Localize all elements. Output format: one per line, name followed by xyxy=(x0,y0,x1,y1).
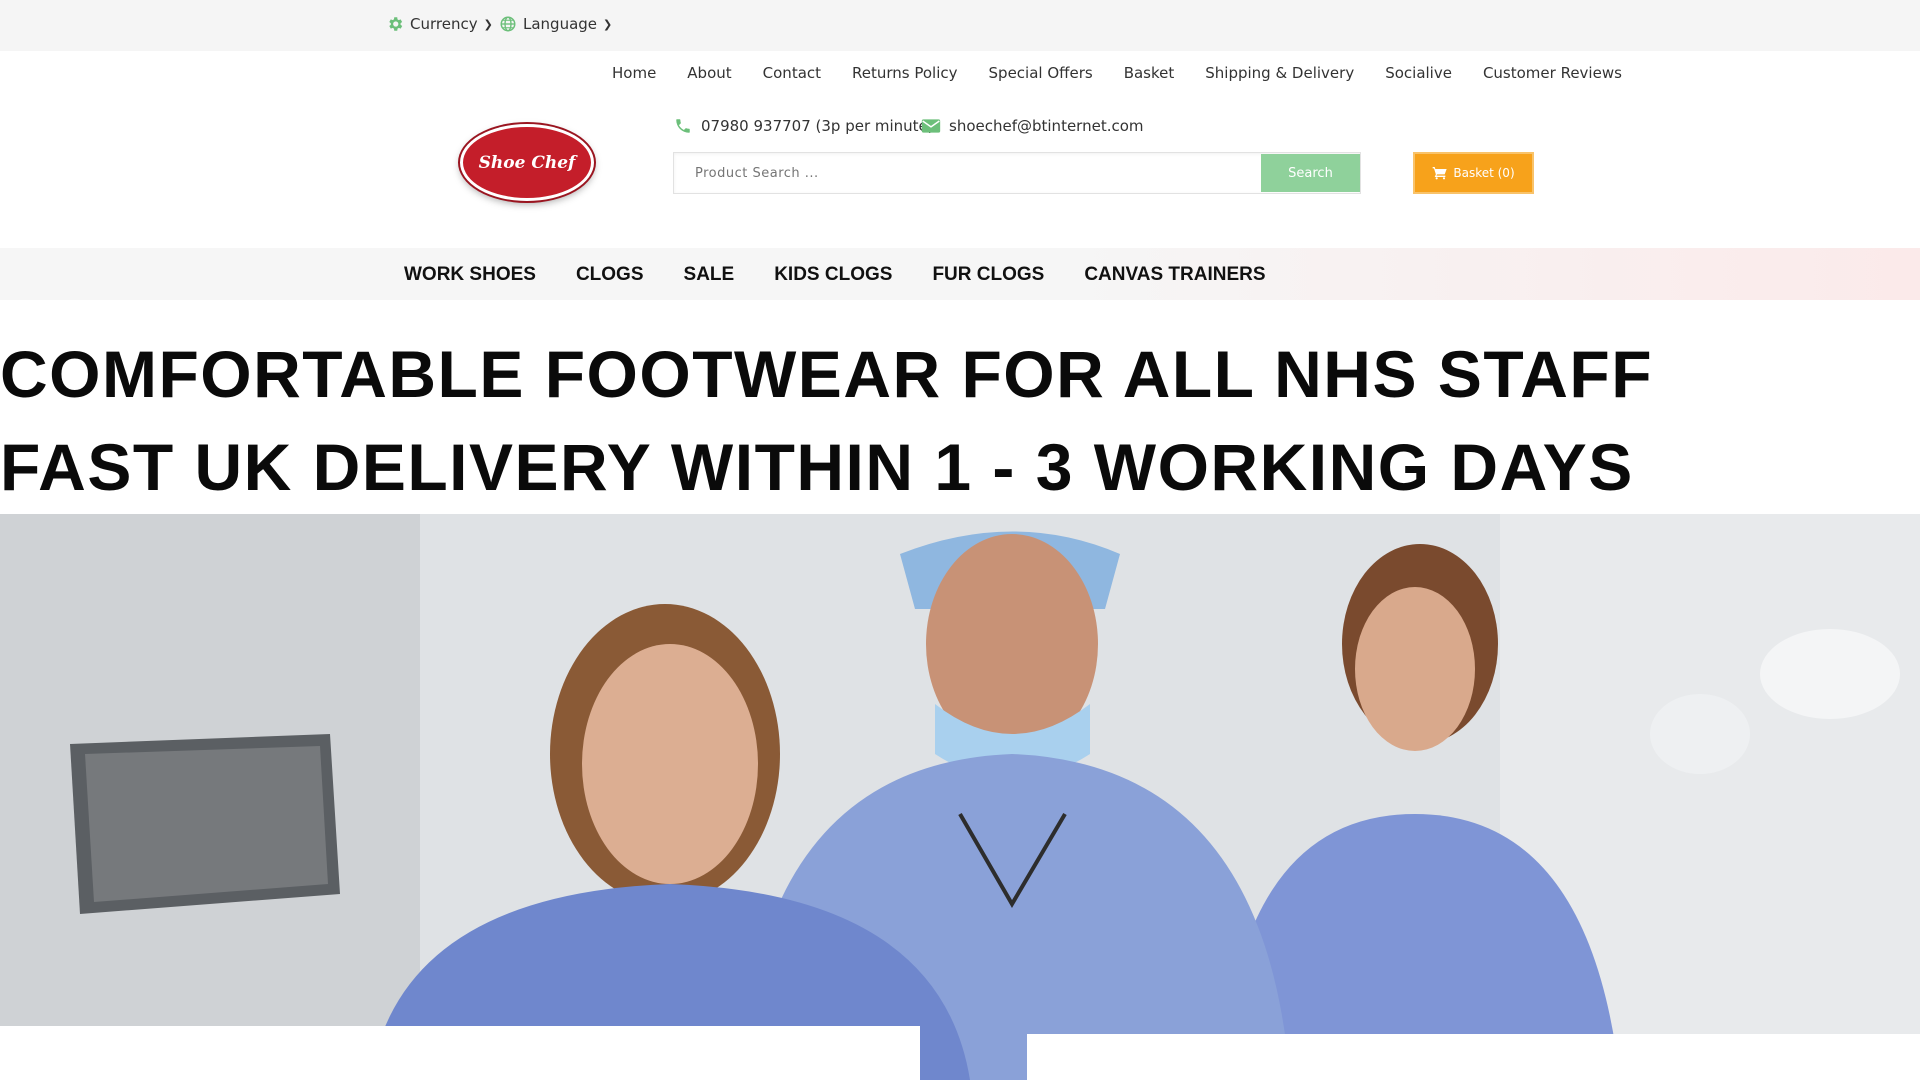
nav-customer-reviews[interactable]: Customer Reviews xyxy=(1483,64,1622,82)
promo-banner: COMFORTABLE FOOTWEAR FOR ALL NHS STAFF F… xyxy=(0,300,1920,514)
nav-shipping-delivery[interactable]: Shipping & Delivery xyxy=(1205,64,1354,82)
nav-basket[interactable]: Basket xyxy=(1124,64,1175,82)
contact-phone[interactable]: 07980 937707 (3p per minute) xyxy=(673,117,934,135)
site-logo[interactable]: Shoe Chef xyxy=(460,124,594,201)
envelope-icon xyxy=(921,119,941,133)
product-search-input[interactable] xyxy=(674,153,1259,193)
nav-home[interactable]: Home xyxy=(612,64,656,82)
language-selector[interactable]: Language ❯ xyxy=(499,15,612,33)
product-search-form: Search xyxy=(673,152,1361,194)
top-utility-bar: Currency ❯ Language ❯ xyxy=(0,0,1920,51)
category-canvas-trainers[interactable]: CANVAS TRAINERS xyxy=(1084,264,1265,286)
email-address: shoechef@btinternet.com xyxy=(949,117,1144,135)
phone-icon xyxy=(676,119,690,133)
cart-icon xyxy=(1433,167,1448,180)
nav-socialive[interactable]: Socialive xyxy=(1385,64,1452,82)
basket-button[interactable]: Basket (0) xyxy=(1413,152,1534,194)
basket-label: Basket (0) xyxy=(1453,166,1515,180)
content-panel-left xyxy=(0,1026,920,1080)
category-sale[interactable]: SALE xyxy=(684,264,735,286)
globe-icon xyxy=(500,16,516,32)
nav-about[interactable]: About xyxy=(687,64,731,82)
phone-number: 07980 937707 (3p per minute) xyxy=(701,117,934,135)
contact-email[interactable]: shoechef@btinternet.com xyxy=(921,117,1144,135)
upper-nav: Home About Contact Returns Policy Specia… xyxy=(612,64,1622,82)
gear-icon xyxy=(389,17,403,31)
content-panel-right xyxy=(1027,1034,1920,1080)
hero-image xyxy=(0,514,1920,1080)
banner-headline-1: COMFORTABLE FOOTWEAR FOR ALL NHS STAFF xyxy=(0,337,1654,411)
currency-label: Currency xyxy=(410,15,478,33)
category-kids-clogs[interactable]: KIDS CLOGS xyxy=(774,264,892,286)
currency-selector[interactable]: Currency ❯ xyxy=(386,15,493,33)
category-work-shoes[interactable]: WORK SHOES xyxy=(404,264,536,286)
nav-returns-policy[interactable]: Returns Policy xyxy=(852,64,958,82)
category-clogs[interactable]: CLOGS xyxy=(576,264,644,286)
category-nav: WORK SHOES CLOGS SALE KIDS CLOGS FUR CLO… xyxy=(0,248,1920,300)
banner-headline-2: FAST UK DELIVERY WITHIN 1 - 3 WORKING DA… xyxy=(0,430,1634,504)
category-fur-clogs[interactable]: FUR CLOGS xyxy=(932,264,1044,286)
logo-text: Shoe Chef xyxy=(478,152,576,173)
nav-contact[interactable]: Contact xyxy=(763,64,821,82)
language-label: Language xyxy=(523,15,598,33)
nav-special-offers[interactable]: Special Offers xyxy=(989,64,1093,82)
hero-photo-illustration xyxy=(0,514,1920,1080)
search-button[interactable]: Search xyxy=(1261,154,1360,192)
chevron-down-icon: ❯ xyxy=(483,17,493,31)
chevron-down-icon: ❯ xyxy=(603,17,613,31)
